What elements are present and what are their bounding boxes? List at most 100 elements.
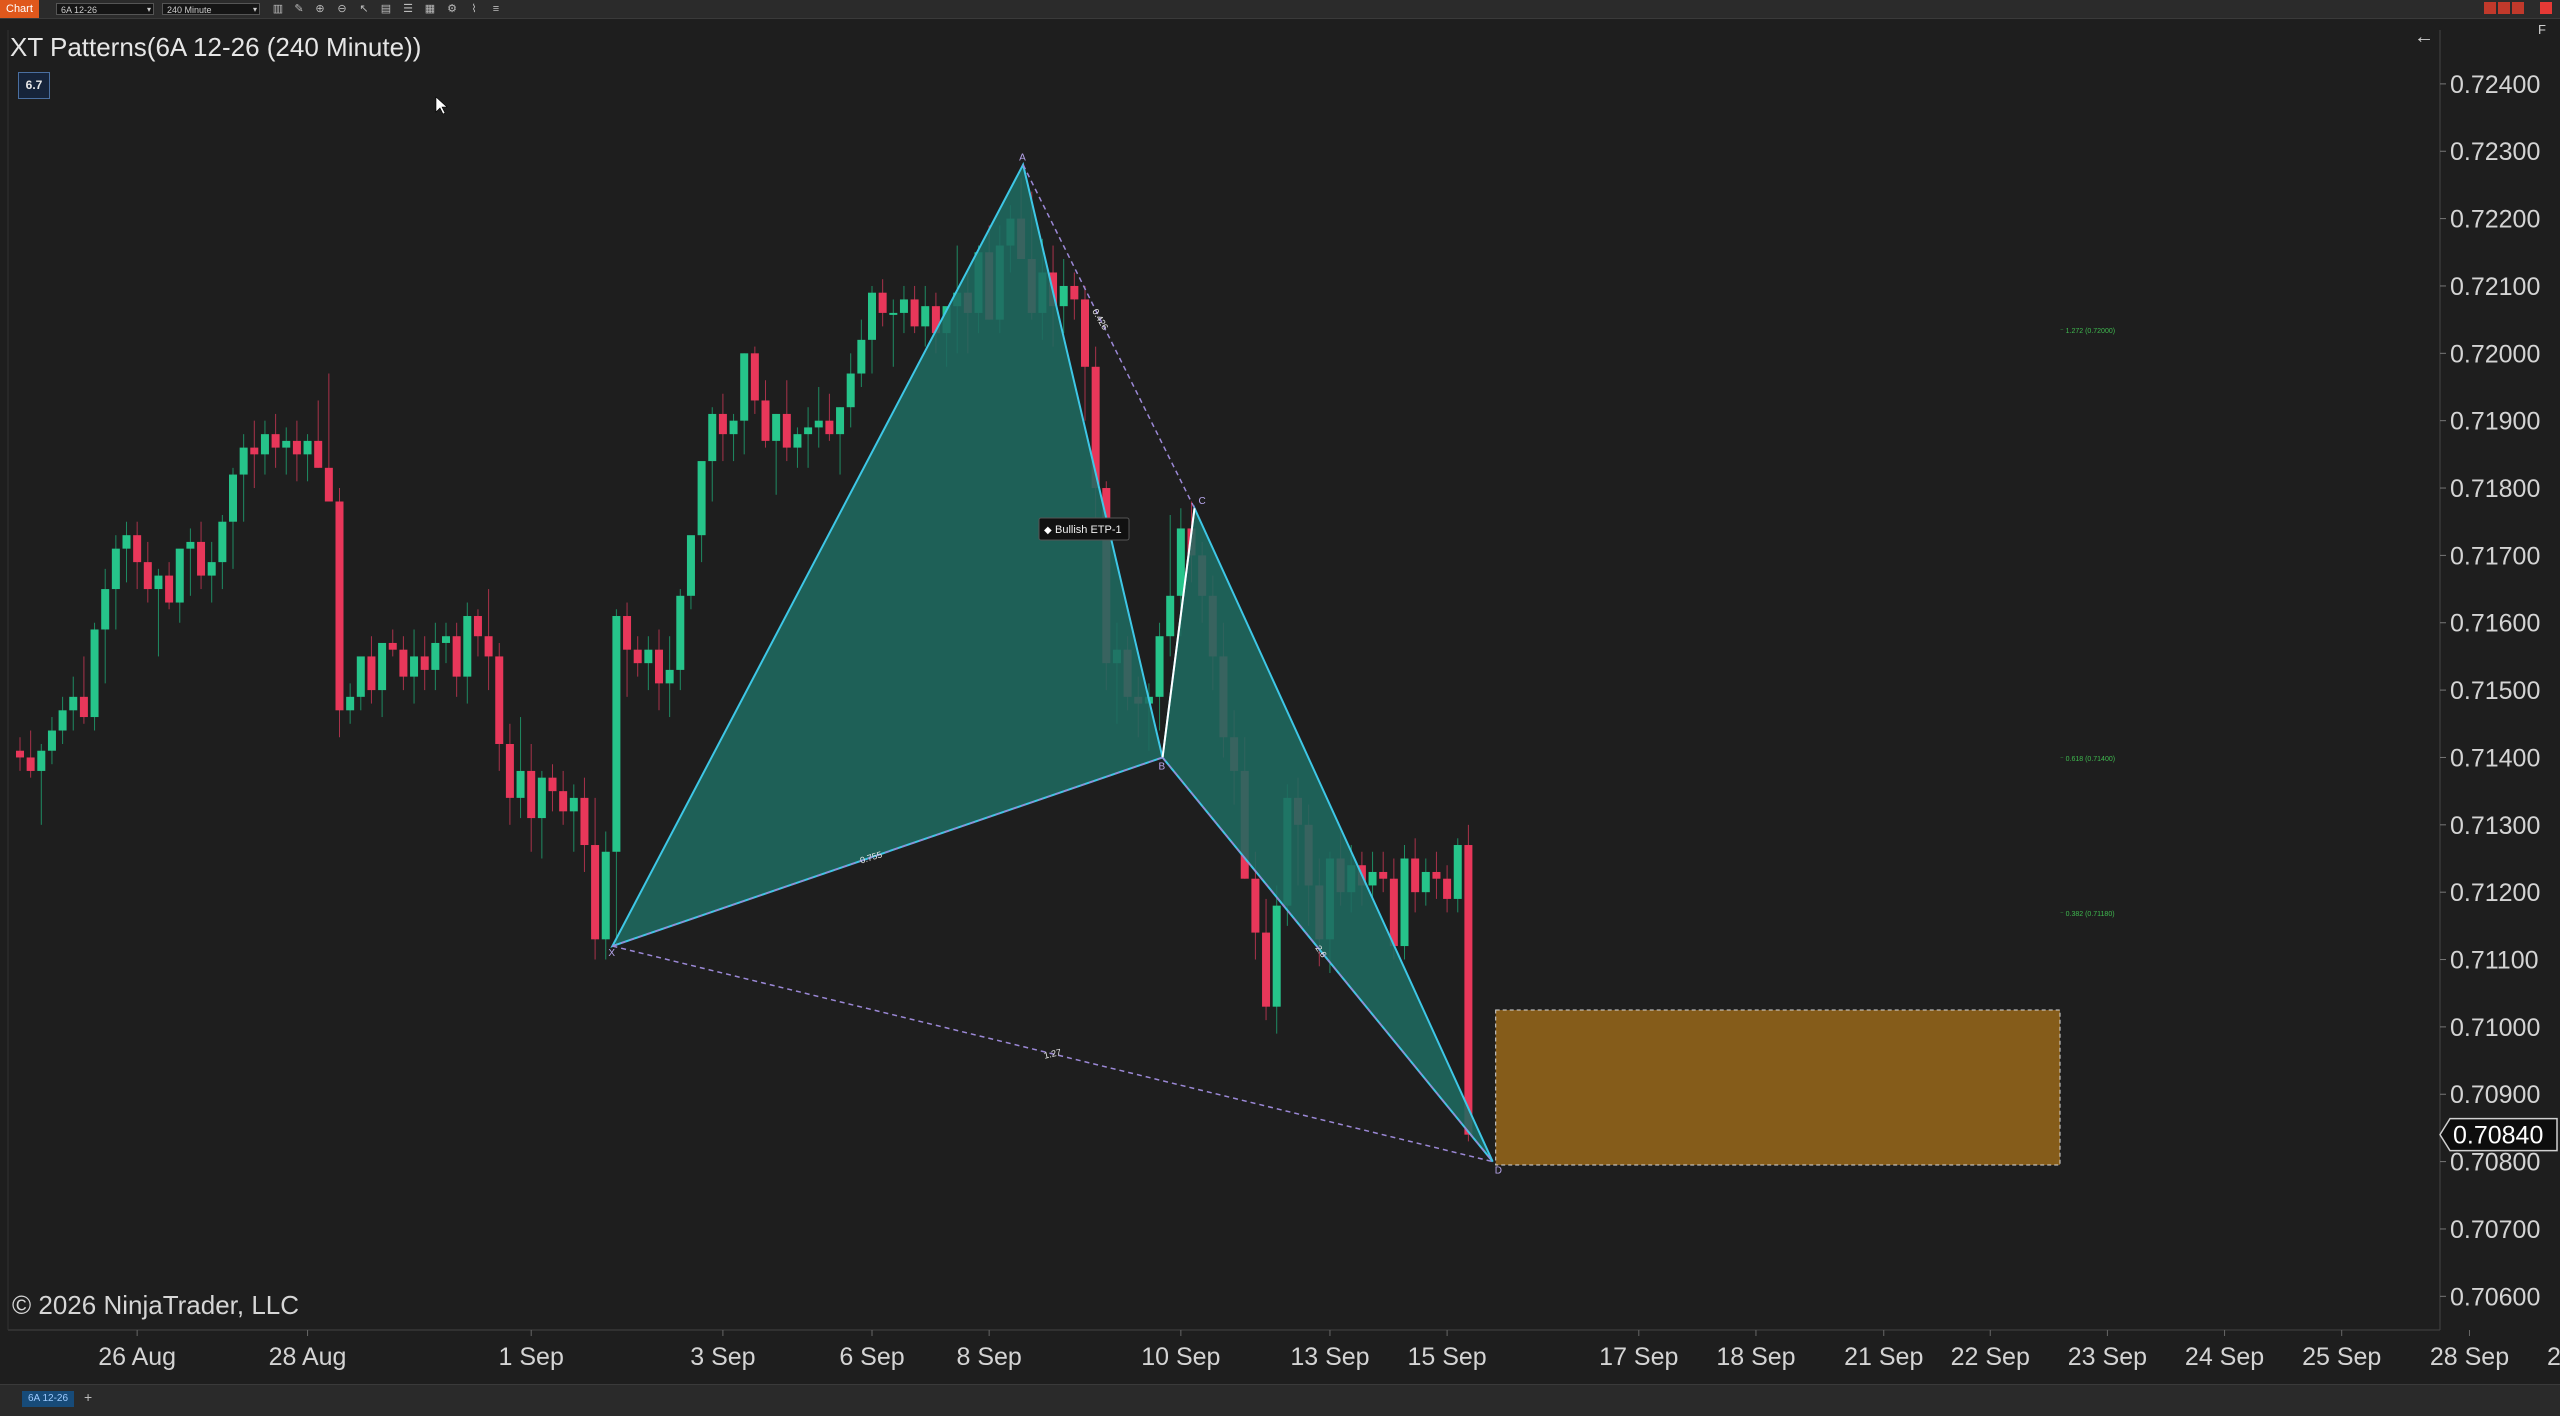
fib-level-label: ⁻ 0.382 (0.71180) — [2060, 911, 2115, 918]
y-tick-label: 0.71900 — [2450, 408, 2540, 436]
add-tab-button[interactable]: + — [84, 1389, 92, 1405]
x-tick-label: 13 Sep — [1290, 1343, 1369, 1371]
x-tick-label: 25 Sep — [2302, 1343, 2381, 1371]
candle-body — [601, 851, 610, 940]
candle-body — [314, 440, 323, 468]
candle-body — [623, 616, 632, 650]
candle-body — [516, 770, 525, 798]
candle-body — [921, 306, 930, 327]
y-tick-label: 0.72100 — [2450, 273, 2540, 301]
candle-body — [292, 440, 301, 455]
candle-body — [825, 420, 834, 435]
candle-body — [1155, 636, 1164, 697]
candle-body — [410, 656, 419, 677]
candle-body — [431, 642, 440, 670]
candle-body — [899, 299, 908, 313]
y-tick-label: 0.72200 — [2450, 206, 2540, 234]
instrument-tab[interactable]: 6A 12-26 — [22, 1391, 75, 1407]
candle-body — [527, 770, 536, 819]
candle-body — [708, 413, 717, 462]
back-arrow-icon[interactable]: ← — [2414, 26, 2434, 49]
candle-body — [889, 312, 898, 315]
candle-body — [324, 467, 333, 502]
candle-body — [676, 595, 685, 670]
x-axis-labels: 26 Aug 28 Aug 1 Sep 3 Sep 6 Sep 8 Sep 10 Sep 13… — [98, 1330, 2560, 1371]
candle-body — [697, 461, 706, 536]
candle-body — [399, 649, 408, 677]
candle-body — [655, 649, 663, 684]
candle-body — [282, 440, 291, 448]
candle-body — [1262, 932, 1271, 1007]
candle-body — [271, 434, 280, 448]
candle-body — [1166, 595, 1175, 637]
fib-level-label: ⁻ 0.618 (0.71400) — [2060, 756, 2115, 763]
candle-body — [633, 649, 642, 664]
candle-body — [111, 548, 120, 590]
candle-body — [165, 575, 174, 603]
y-tick-label: 0.72400 — [2450, 71, 2540, 99]
candle-body — [143, 562, 152, 590]
candle-body — [346, 696, 355, 711]
pattern-point-label-x: X — [608, 948, 615, 959]
candle-body — [1081, 299, 1089, 367]
candle-body — [559, 791, 568, 812]
y-tick-label: 0.70700 — [2450, 1216, 2540, 1244]
candle-body — [750, 353, 759, 401]
candle-body — [303, 440, 312, 455]
candle-body — [229, 474, 237, 522]
x-tick-label: 1 Sep — [499, 1343, 564, 1371]
x-tick-label: 17 Sep — [1599, 1343, 1678, 1371]
candle-body — [878, 292, 887, 313]
price-chart[interactable]: XABCD0.7550.4262.61.27◆ Bullish ETP-1⁻ 1.… — [0, 0, 2560, 1384]
candle-body — [857, 339, 866, 374]
candle-body — [484, 636, 493, 657]
candle-body — [101, 589, 110, 630]
harmonic-pattern: XABCD0.7550.4262.61.27◆ Bullish ETP-1 — [608, 153, 1502, 1177]
candle-body — [740, 353, 749, 421]
candle-body — [1059, 285, 1068, 307]
candle-body — [868, 292, 876, 340]
candle-body — [505, 743, 514, 798]
candle-body — [1400, 858, 1409, 947]
candle-body — [388, 642, 397, 650]
candle-body — [644, 649, 653, 664]
candle-body — [772, 413, 781, 441]
x-tick-label: 28 Sep — [2430, 1343, 2509, 1371]
candle-body — [718, 413, 727, 435]
candle-body — [197, 541, 206, 576]
candle-body — [26, 757, 35, 771]
candle-body — [1464, 845, 1473, 1135]
candle-body — [782, 413, 791, 448]
copyright-text: © 2026 NinjaTrader, LLC — [12, 1290, 300, 1320]
y-tick-label: 0.71700 — [2450, 542, 2540, 570]
candle-body — [90, 629, 99, 718]
candle-body — [154, 575, 163, 590]
candle-body — [16, 750, 24, 758]
candle-body — [537, 777, 546, 819]
candle-body — [122, 535, 131, 549]
candle-body — [473, 616, 482, 637]
y-tick-label: 0.71400 — [2450, 744, 2540, 772]
candle-body — [58, 710, 67, 731]
candle-body — [207, 562, 216, 576]
candle-body — [1379, 871, 1388, 879]
ratio-label-xd: 1.27 — [1043, 1047, 1062, 1061]
candle-body — [463, 616, 472, 677]
candle-body — [47, 730, 56, 751]
y-tick-label: 0.72000 — [2450, 340, 2540, 368]
x-tick-label: 28 Aug — [269, 1343, 347, 1371]
mouse-cursor-icon — [435, 96, 448, 115]
candle-body — [218, 521, 227, 563]
pattern-name-label: Bullish ETP-1 — [1055, 524, 1122, 536]
candle-body — [495, 656, 504, 744]
candle-body — [1421, 871, 1430, 893]
candle-body — [335, 501, 344, 711]
pattern-name-tag: ◆ Bullish ETP-1 — [1038, 517, 1130, 541]
pattern-point-label-a: A — [1019, 153, 1026, 164]
x-tick-label: 8 Sep — [956, 1343, 1021, 1371]
version-badge[interactable]: 6.7 — [18, 72, 50, 99]
candle-body — [686, 535, 695, 596]
pattern-point-label-d: D — [1495, 1166, 1502, 1177]
candle-body — [1272, 905, 1281, 1007]
candle-body — [793, 434, 802, 448]
